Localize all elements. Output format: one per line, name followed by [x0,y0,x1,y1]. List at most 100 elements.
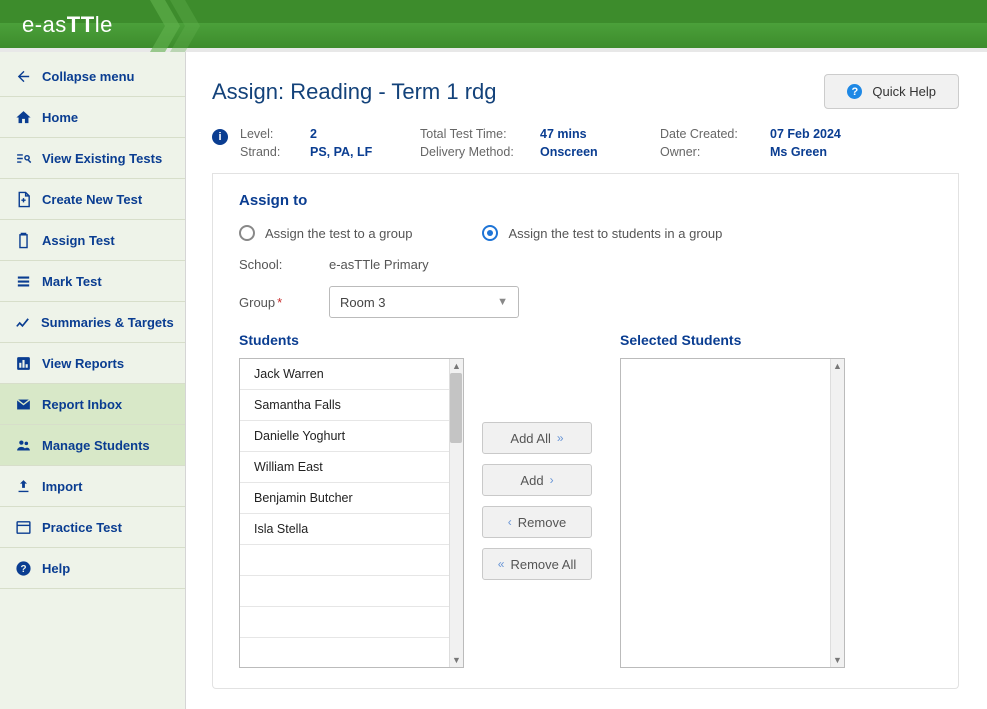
sidebar-item-summaries-targets[interactable]: Summaries & Targets [0,302,185,343]
scroll-down-icon[interactable]: ▼ [831,653,844,667]
radio-icon [482,225,498,241]
double-chevron-right-icon: » [557,431,564,445]
school-value: e-asTTle Primary [329,257,429,272]
selected-students-heading: Selected Students [620,332,845,348]
sidebar-item-practice-test[interactable]: Practice Test [0,507,185,548]
owner-value: Ms Green [770,145,880,159]
sidebar-item-import[interactable]: Import [0,466,185,507]
scroll-thumb[interactable] [450,373,462,443]
student-row[interactable] [240,638,449,668]
sidebar-item-label: Summaries & Targets [41,315,174,330]
info-icon: i [212,129,228,145]
scroll-up-icon[interactable]: ▲ [450,359,463,373]
sidebar-item-label: View Existing Tests [42,151,162,166]
help-icon: ? [14,559,32,577]
radio-label: Assign the test to students in a group [508,226,722,241]
owner-label: Owner: [660,145,760,159]
sidebar-item-home[interactable]: Home [0,97,185,138]
quick-help-label: Quick Help [872,84,936,99]
remove-all-button[interactable]: « Remove All [482,548,592,580]
sidebar-item-label: Create New Test [42,192,142,207]
sidebar-item-label: Assign Test [42,233,115,248]
level-label: Level: [240,127,300,141]
level-value: 2 [310,127,410,141]
upload-icon [14,477,32,495]
student-row[interactable]: Samantha Falls [240,390,449,421]
sidebar-item-label: Mark Test [42,274,102,289]
sidebar: Collapse menu Home View Existing Tests Cre… [0,52,186,709]
add-all-button[interactable]: Add All » [482,422,592,454]
student-row[interactable]: Isla Stella [240,514,449,545]
radio-assign-students[interactable]: Assign the test to students in a group [482,225,722,241]
add-button[interactable]: Add › [482,464,592,496]
sidebar-item-label: Collapse menu [42,69,134,84]
sidebar-item-label: Import [42,479,82,494]
scrollbar[interactable]: ▲ ▼ [449,359,463,667]
double-chevron-left-icon: « [498,557,505,571]
sidebar-item-label: View Reports [42,356,124,371]
sidebar-item-label: Help [42,561,70,576]
assign-panel: Assign to Assign the test to a group Ass… [212,174,959,689]
group-selected-value: Room 3 [340,295,386,310]
search-list-icon [14,149,32,167]
date-created-label: Date Created: [660,127,760,141]
radio-icon [239,225,255,241]
total-time-label: Total Test Time: [420,127,530,141]
header-chevrons [150,0,230,52]
remove-button[interactable]: ‹ Remove [482,506,592,538]
sidebar-item-manage-students[interactable]: Manage Students [0,425,185,466]
sidebar-item-label: Manage Students [42,438,150,453]
student-row[interactable]: Danielle Yoghurt [240,421,449,452]
student-row[interactable]: William East [240,452,449,483]
sidebar-item-label: Home [42,110,78,125]
students-heading: Students [239,332,464,348]
radio-assign-group[interactable]: Assign the test to a group [239,225,412,241]
sidebar-item-report-inbox[interactable]: Report Inbox [0,384,185,425]
delivery-method-value: Onscreen [540,145,650,159]
student-row[interactable]: Benjamin Butcher [240,483,449,514]
app-logo: e-asTTle [0,0,113,38]
bar-chart-icon [14,354,32,372]
sidebar-item-view-reports[interactable]: View Reports [0,343,185,384]
help-icon: ? [847,84,862,99]
group-select[interactable]: Room 3 ▼ [329,286,519,318]
assign-to-heading: Assign to [239,192,932,209]
chevron-down-icon: ▼ [497,296,508,308]
students-listbox[interactable]: Jack WarrenSamantha FallsDanielle Yoghur… [239,358,464,668]
scroll-down-icon[interactable]: ▼ [450,653,463,667]
new-doc-icon [14,190,32,208]
test-info-bar: i Level: 2 Total Test Time: 47 mins Date… [212,123,959,174]
selected-students-listbox[interactable]: ▲ ▼ [620,358,845,668]
mail-icon [14,395,32,413]
group-label: Group* [239,295,329,310]
sidebar-item-label: Practice Test [42,520,122,535]
chevron-right-icon: › [550,473,554,487]
student-row[interactable] [240,545,449,576]
student-row[interactable] [240,576,449,607]
scrollbar[interactable]: ▲ ▼ [830,359,844,667]
delivery-method-label: Delivery Method: [420,145,530,159]
sidebar-item-view-existing-tests[interactable]: View Existing Tests [0,138,185,179]
sidebar-item-assign-test[interactable]: Assign Test [0,220,185,261]
home-icon [14,108,32,126]
chart-line-icon [14,313,31,331]
panel-icon [14,518,32,536]
sidebar-item-create-new-test[interactable]: Create New Test [0,179,185,220]
sidebar-item-label: Report Inbox [42,397,122,412]
school-label: School: [239,257,329,272]
people-icon [14,436,32,454]
page-title: Assign: Reading - Term 1 rdg [212,79,497,105]
svg-text:?: ? [20,564,26,575]
date-created-value: 07 Feb 2024 [770,127,880,141]
quick-help-button[interactable]: ? Quick Help [824,74,959,109]
sidebar-item-mark-test[interactable]: Mark Test [0,261,185,302]
app-header: e-asTTle [0,0,987,52]
student-row[interactable] [240,607,449,638]
strand-value: PS, PA, LF [310,145,410,159]
radio-label: Assign the test to a group [265,226,412,241]
sidebar-item-help[interactable]: ? Help [0,548,185,589]
scroll-up-icon[interactable]: ▲ [831,359,844,373]
collapse-menu[interactable]: Collapse menu [0,56,185,97]
student-row[interactable]: Jack Warren [240,359,449,390]
strand-label: Strand: [240,145,300,159]
